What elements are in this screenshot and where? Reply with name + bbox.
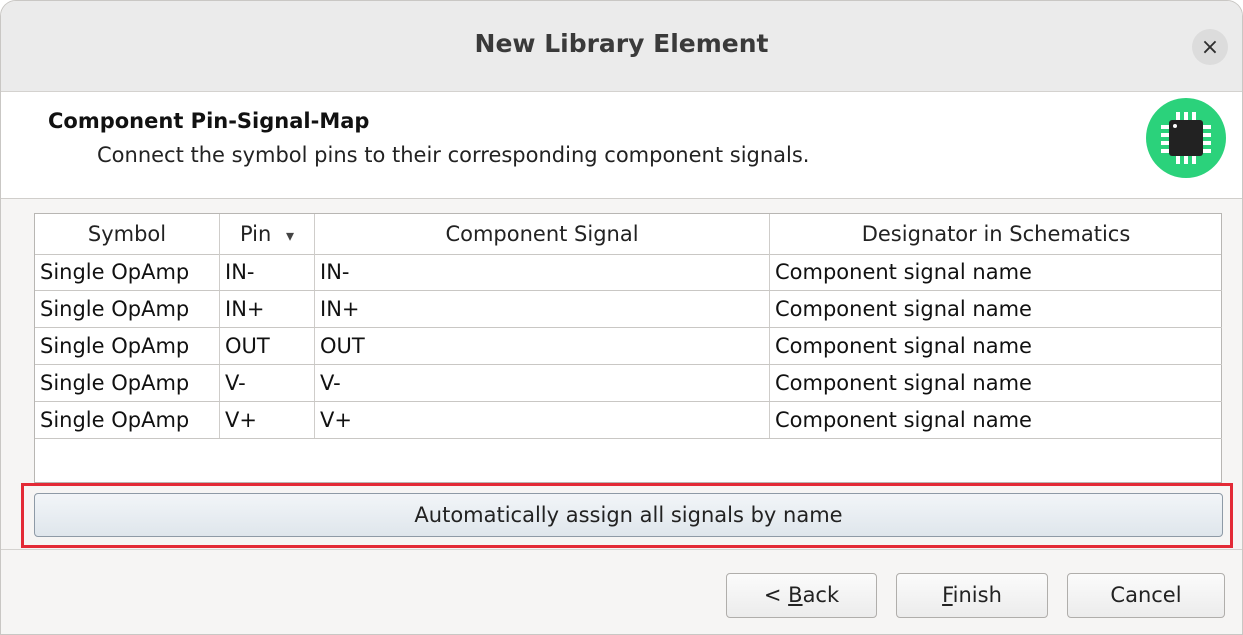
cell-signal[interactable]: V- <box>315 365 770 401</box>
cell-symbol: Single OpAmp <box>35 402 220 438</box>
cell-pin: IN- <box>220 254 315 290</box>
cell-designator[interactable]: Component signal name <box>770 328 1222 364</box>
cell-designator[interactable]: Component signal name <box>770 291 1222 327</box>
footer-divider <box>1 549 1242 550</box>
auto-assign-button[interactable]: Automatically assign all signals by name <box>34 493 1223 537</box>
cell-pin: V+ <box>220 402 315 438</box>
cell-pin: OUT <box>220 328 315 364</box>
close-icon: × <box>1200 34 1220 60</box>
cell-signal[interactable]: OUT <box>315 328 770 364</box>
table-row[interactable]: Single OpAmp V+ V+ Component signal name <box>35 402 1222 439</box>
cell-pin: IN+ <box>220 291 315 327</box>
table-row[interactable]: Single OpAmp IN+ IN+ Component signal na… <box>35 291 1222 328</box>
dialog-window: New Library Element × Component Pin-Sign… <box>0 0 1243 635</box>
page-header: Component Pin-Signal-Map Connect the sym… <box>1 92 1242 199</box>
table-header: Symbol Pin ▾ Component Signal Designator… <box>35 214 1221 255</box>
table-row[interactable]: Single OpAmp OUT OUT Component signal na… <box>35 328 1222 365</box>
cell-symbol: Single OpAmp <box>35 328 220 364</box>
cell-signal[interactable]: V+ <box>315 402 770 438</box>
cancel-button[interactable]: Cancel <box>1067 573 1225 618</box>
pin-signal-table: Symbol Pin ▾ Component Signal Designator… <box>34 213 1222 483</box>
cell-signal[interactable]: IN+ <box>315 291 770 327</box>
finish-button[interactable]: Finish <box>896 573 1048 618</box>
table-row[interactable]: Single OpAmp V- V- Component signal name <box>35 365 1222 402</box>
page-title: Component Pin-Signal-Map <box>48 109 370 133</box>
title-bar: New Library Element × <box>1 1 1242 92</box>
cell-pin: V- <box>220 365 315 401</box>
page-subtitle: Connect the symbol pins to their corresp… <box>97 143 810 167</box>
sort-indicator-icon: ▾ <box>286 226 295 245</box>
column-header-designator[interactable]: Designator in Schematics <box>770 214 1222 254</box>
table-row[interactable]: Single OpAmp IN- IN- Component signal na… <box>35 254 1222 291</box>
close-button[interactable]: × <box>1192 29 1228 65</box>
cell-designator[interactable]: Component signal name <box>770 402 1222 438</box>
cell-symbol: Single OpAmp <box>35 365 220 401</box>
column-header-component-signal[interactable]: Component Signal <box>315 214 770 254</box>
cell-designator[interactable]: Component signal name <box>770 365 1222 401</box>
chip-icon <box>1146 98 1226 178</box>
cell-symbol: Single OpAmp <box>35 254 220 290</box>
window-title: New Library Element <box>474 29 769 58</box>
cell-symbol: Single OpAmp <box>35 291 220 327</box>
column-header-pin[interactable]: Pin ▾ <box>220 214 315 254</box>
cell-designator[interactable]: Component signal name <box>770 254 1222 290</box>
column-header-symbol[interactable]: Symbol <box>35 214 220 254</box>
back-button[interactable]: < Back <box>726 573 877 618</box>
cell-signal[interactable]: IN- <box>315 254 770 290</box>
